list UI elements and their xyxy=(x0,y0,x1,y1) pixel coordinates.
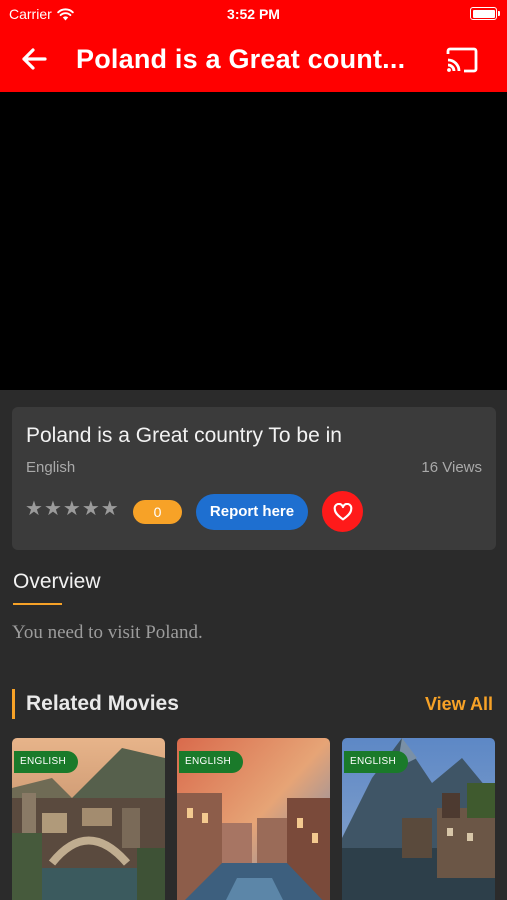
back-button[interactable] xyxy=(18,43,50,75)
star-icon[interactable]: ★ xyxy=(25,499,43,519)
language-badge: ENGLISH xyxy=(344,751,409,773)
view-all-link[interactable]: View All xyxy=(425,694,493,715)
rating-count-badge: 0 xyxy=(133,500,182,524)
related-movie-card[interactable]: ENGLISH xyxy=(342,738,495,900)
movie-views: 16 Views xyxy=(421,459,482,476)
arrow-left-icon xyxy=(22,48,47,70)
related-movies-heading: Related Movies xyxy=(26,692,179,715)
star-icon[interactable]: ★ xyxy=(82,499,100,519)
related-accent-bar xyxy=(12,689,15,719)
overview-text: You need to visit Poland. xyxy=(12,622,203,643)
language-badge: ENGLISH xyxy=(14,751,79,773)
battery-icon xyxy=(470,7,500,20)
status-time: 3:52 PM xyxy=(227,6,280,22)
star-icon[interactable]: ★ xyxy=(101,499,119,519)
video-player[interactable] xyxy=(0,92,507,390)
heart-icon xyxy=(333,502,352,520)
status-bar: Carrier 3:52 PM xyxy=(0,0,507,28)
overview-underline xyxy=(13,603,62,605)
star-icon[interactable]: ★ xyxy=(63,499,81,519)
cast-icon xyxy=(446,47,478,73)
favorite-button[interactable] xyxy=(322,491,363,532)
app-header: Carrier 3:52 PM Poland is a Great count.… xyxy=(0,0,507,92)
cast-button[interactable] xyxy=(445,45,479,75)
movie-language: English xyxy=(26,459,76,476)
overview-heading: Overview xyxy=(13,570,101,593)
related-movie-card[interactable]: ENGLISH xyxy=(12,738,165,900)
language-badge: ENGLISH xyxy=(179,751,244,773)
star-rating[interactable]: ★ ★ ★ ★ ★ xyxy=(25,499,119,519)
related-movie-card[interactable]: ENGLISH xyxy=(177,738,330,900)
star-icon[interactable]: ★ xyxy=(44,499,62,519)
toolbar: Poland is a Great count... xyxy=(0,28,507,92)
report-button[interactable]: Report here xyxy=(196,494,308,530)
movie-title: Poland is a Great country To be in xyxy=(26,424,342,447)
movie-info-card: Poland is a Great country To be in Engli… xyxy=(12,407,496,550)
page-title: Poland is a Great count... xyxy=(76,44,406,74)
